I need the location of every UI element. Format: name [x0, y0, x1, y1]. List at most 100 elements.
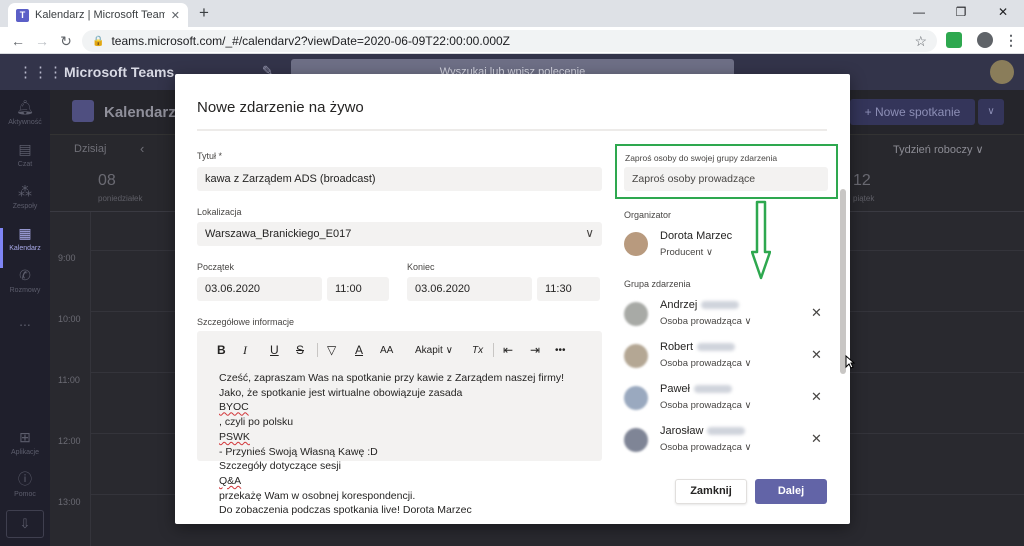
highlight-icon[interactable]: ▽	[327, 343, 336, 357]
details-line: Do zobaczenia podczas spotkania live! Do…	[219, 504, 472, 517]
details-line: - Przynieś Swoją Własną Kawę :D	[219, 445, 378, 458]
browser-toolbar: ← → ↻ 🔒 teams.microsoft.com/_#/calendarv…	[0, 27, 1024, 54]
more-options-button[interactable]: •••	[555, 345, 566, 356]
remove-member-icon[interactable]: ✕	[811, 389, 822, 405]
tab-title: Kalendarz | Microsoft Teams	[35, 9, 165, 21]
view-selector[interactable]: Tydzień roboczy ∨	[893, 143, 984, 156]
outdent-icon[interactable]: ⇤	[503, 343, 513, 357]
rail-item-more[interactable]: ...	[0, 312, 50, 330]
help-icon: ⓘ	[18, 471, 32, 487]
bookmark-star-icon[interactable]: ☆	[914, 33, 927, 50]
strikethrough-button[interactable]: S	[296, 343, 304, 357]
browser-menu-icon[interactable]: ⋮	[1004, 31, 1018, 49]
rail-item-calendar[interactable]: ▦ Kalendarz	[0, 224, 50, 254]
mouse-cursor-icon	[845, 355, 855, 369]
font-size-button[interactable]: AA	[380, 345, 393, 356]
window-close-icon[interactable]: ✕	[982, 0, 1024, 27]
rail-label: Kalendarz	[9, 245, 41, 252]
blurred-surname	[707, 427, 746, 436]
location-dropdown[interactable]: Warszawa_Branickiego_E017 ∨	[197, 222, 602, 246]
browser-profile-icon[interactable]	[977, 32, 993, 48]
details-line: Jako, że spotkanie jest wirtualne obowią…	[219, 386, 463, 443]
rail-item-activity[interactable]: 🔔︎ Aktywność	[0, 98, 50, 128]
extension-icon[interactable]	[946, 32, 962, 48]
day-name: poniedziałek	[98, 194, 143, 203]
rail-item-calls[interactable]: ✆ Rozmowy	[0, 266, 50, 296]
details-line: Cześć, zapraszam Was na spotkanie przy k…	[219, 372, 565, 384]
rail-item-help[interactable]: ⓘ Pomoc	[0, 470, 50, 500]
url-text: teams.microsoft.com/_#/calendarv2?viewDa…	[111, 34, 511, 48]
day-number: 08	[98, 172, 116, 189]
forward-icon[interactable]: →	[32, 31, 52, 51]
reload-icon[interactable]: ↻	[56, 31, 76, 51]
role-label: Osoba prowadząca	[660, 400, 742, 411]
download-icon[interactable]: ⇩	[6, 510, 44, 538]
italic-button[interactable]: I	[243, 343, 247, 358]
close-button[interactable]: Zamknij	[675, 479, 747, 504]
grid-divider	[90, 212, 91, 546]
title-field[interactable]: kawa z Zarządem ADS (broadcast)	[197, 167, 602, 191]
member-role-dropdown[interactable]: Osoba prowadząca ∨	[660, 316, 751, 327]
tab-close-icon[interactable]: ✕	[171, 9, 180, 22]
paragraph-dropdown[interactable]: Akapit ∨	[415, 345, 453, 356]
avatar[interactable]	[990, 60, 1014, 84]
new-tab-button[interactable]: +	[194, 3, 214, 23]
role-label: Osoba prowadząca	[660, 316, 742, 327]
rail-label: Pomoc	[14, 491, 36, 498]
bold-button[interactable]: B	[217, 343, 226, 357]
dialog-divider	[197, 129, 827, 131]
avatar	[624, 386, 648, 410]
time-label: 12:00	[58, 436, 81, 446]
remove-member-icon[interactable]: ✕	[811, 431, 822, 447]
rail-item-teams[interactable]: ⁂ Zespoły	[0, 182, 50, 212]
details-editor[interactable]: B I U S ▽ A AA Akapit ∨ Tx ⇤ ⇥ ••• Cześć…	[197, 331, 602, 516]
apps-icon: ⊞	[19, 429, 31, 445]
start-date-field[interactable]: 03.06.2020	[197, 277, 322, 301]
new-meeting-button[interactable]: + Nowe spotkanie	[850, 99, 975, 125]
chevron-left-icon[interactable]: ‹	[140, 141, 144, 156]
restore-icon[interactable]: ❐	[940, 0, 982, 27]
start-time-field[interactable]: 11:00	[327, 277, 389, 301]
address-bar[interactable]: 🔒 teams.microsoft.com/_#/calendarv2?view…	[82, 30, 937, 52]
member-role-dropdown[interactable]: Osoba prowadząca ∨	[660, 442, 751, 453]
end-date-field[interactable]: 03.06.2020	[407, 277, 532, 301]
member-first-name: Robert	[660, 341, 694, 353]
end-label: Koniec	[407, 262, 435, 272]
member-role-dropdown[interactable]: Osoba prowadząca ∨	[660, 400, 751, 411]
calendar-app-icon	[72, 100, 94, 122]
invite-input[interactable]: Zaproś osoby prowadzące	[624, 167, 828, 191]
today-button[interactable]: Dzisiaj	[74, 143, 106, 155]
browser-tab[interactable]: T Kalendarz | Microsoft Teams ✕	[8, 3, 188, 27]
member-name: Robert	[660, 341, 736, 353]
font-color-button[interactable]: A	[355, 343, 363, 357]
title-label: Tytuł *	[197, 151, 223, 161]
remove-member-icon[interactable]: ✕	[811, 305, 822, 321]
rail-label: Aplikacje	[10, 449, 39, 456]
rail-item-chat[interactable]: ▤ Czat	[0, 140, 50, 170]
start-label: Początek	[197, 262, 235, 272]
view-label: Tydzień roboczy	[893, 144, 973, 156]
avatar	[624, 302, 648, 326]
app-launcher-icon[interactable]: ⋮⋮⋮	[18, 63, 63, 81]
rail-label: Zespoły	[12, 203, 38, 210]
next-button[interactable]: Dalej	[755, 479, 827, 504]
organizer-avatar	[624, 232, 648, 256]
end-time-field[interactable]: 11:30	[537, 277, 600, 301]
blurred-surname	[693, 385, 732, 394]
details-label: Szczegółowe informacje	[197, 317, 295, 327]
member-first-name: Jarosław	[660, 425, 704, 437]
organizer-role[interactable]: Producent ∨	[660, 247, 713, 258]
role-label: Osoba prowadząca	[660, 442, 742, 453]
minimize-icon[interactable]: —	[898, 0, 940, 27]
member-role-dropdown[interactable]: Osoba prowadząca ∨	[660, 358, 751, 369]
scrollbar[interactable]	[840, 189, 846, 374]
rail-item-apps[interactable]: ⊞ Aplikacje	[0, 428, 50, 458]
details-text[interactable]: Cześć, zapraszam Was na spotkanie przy k…	[219, 371, 599, 518]
clear-format-button[interactable]: Tx	[472, 345, 483, 356]
remove-member-icon[interactable]: ✕	[811, 347, 822, 363]
back-icon[interactable]: ←	[8, 31, 28, 51]
underline-button[interactable]: U	[270, 343, 279, 357]
chevron-down-icon[interactable]: ∨	[978, 99, 1004, 125]
bell-icon: 🔔︎	[16, 99, 34, 115]
indent-icon[interactable]: ⇥	[530, 343, 540, 357]
